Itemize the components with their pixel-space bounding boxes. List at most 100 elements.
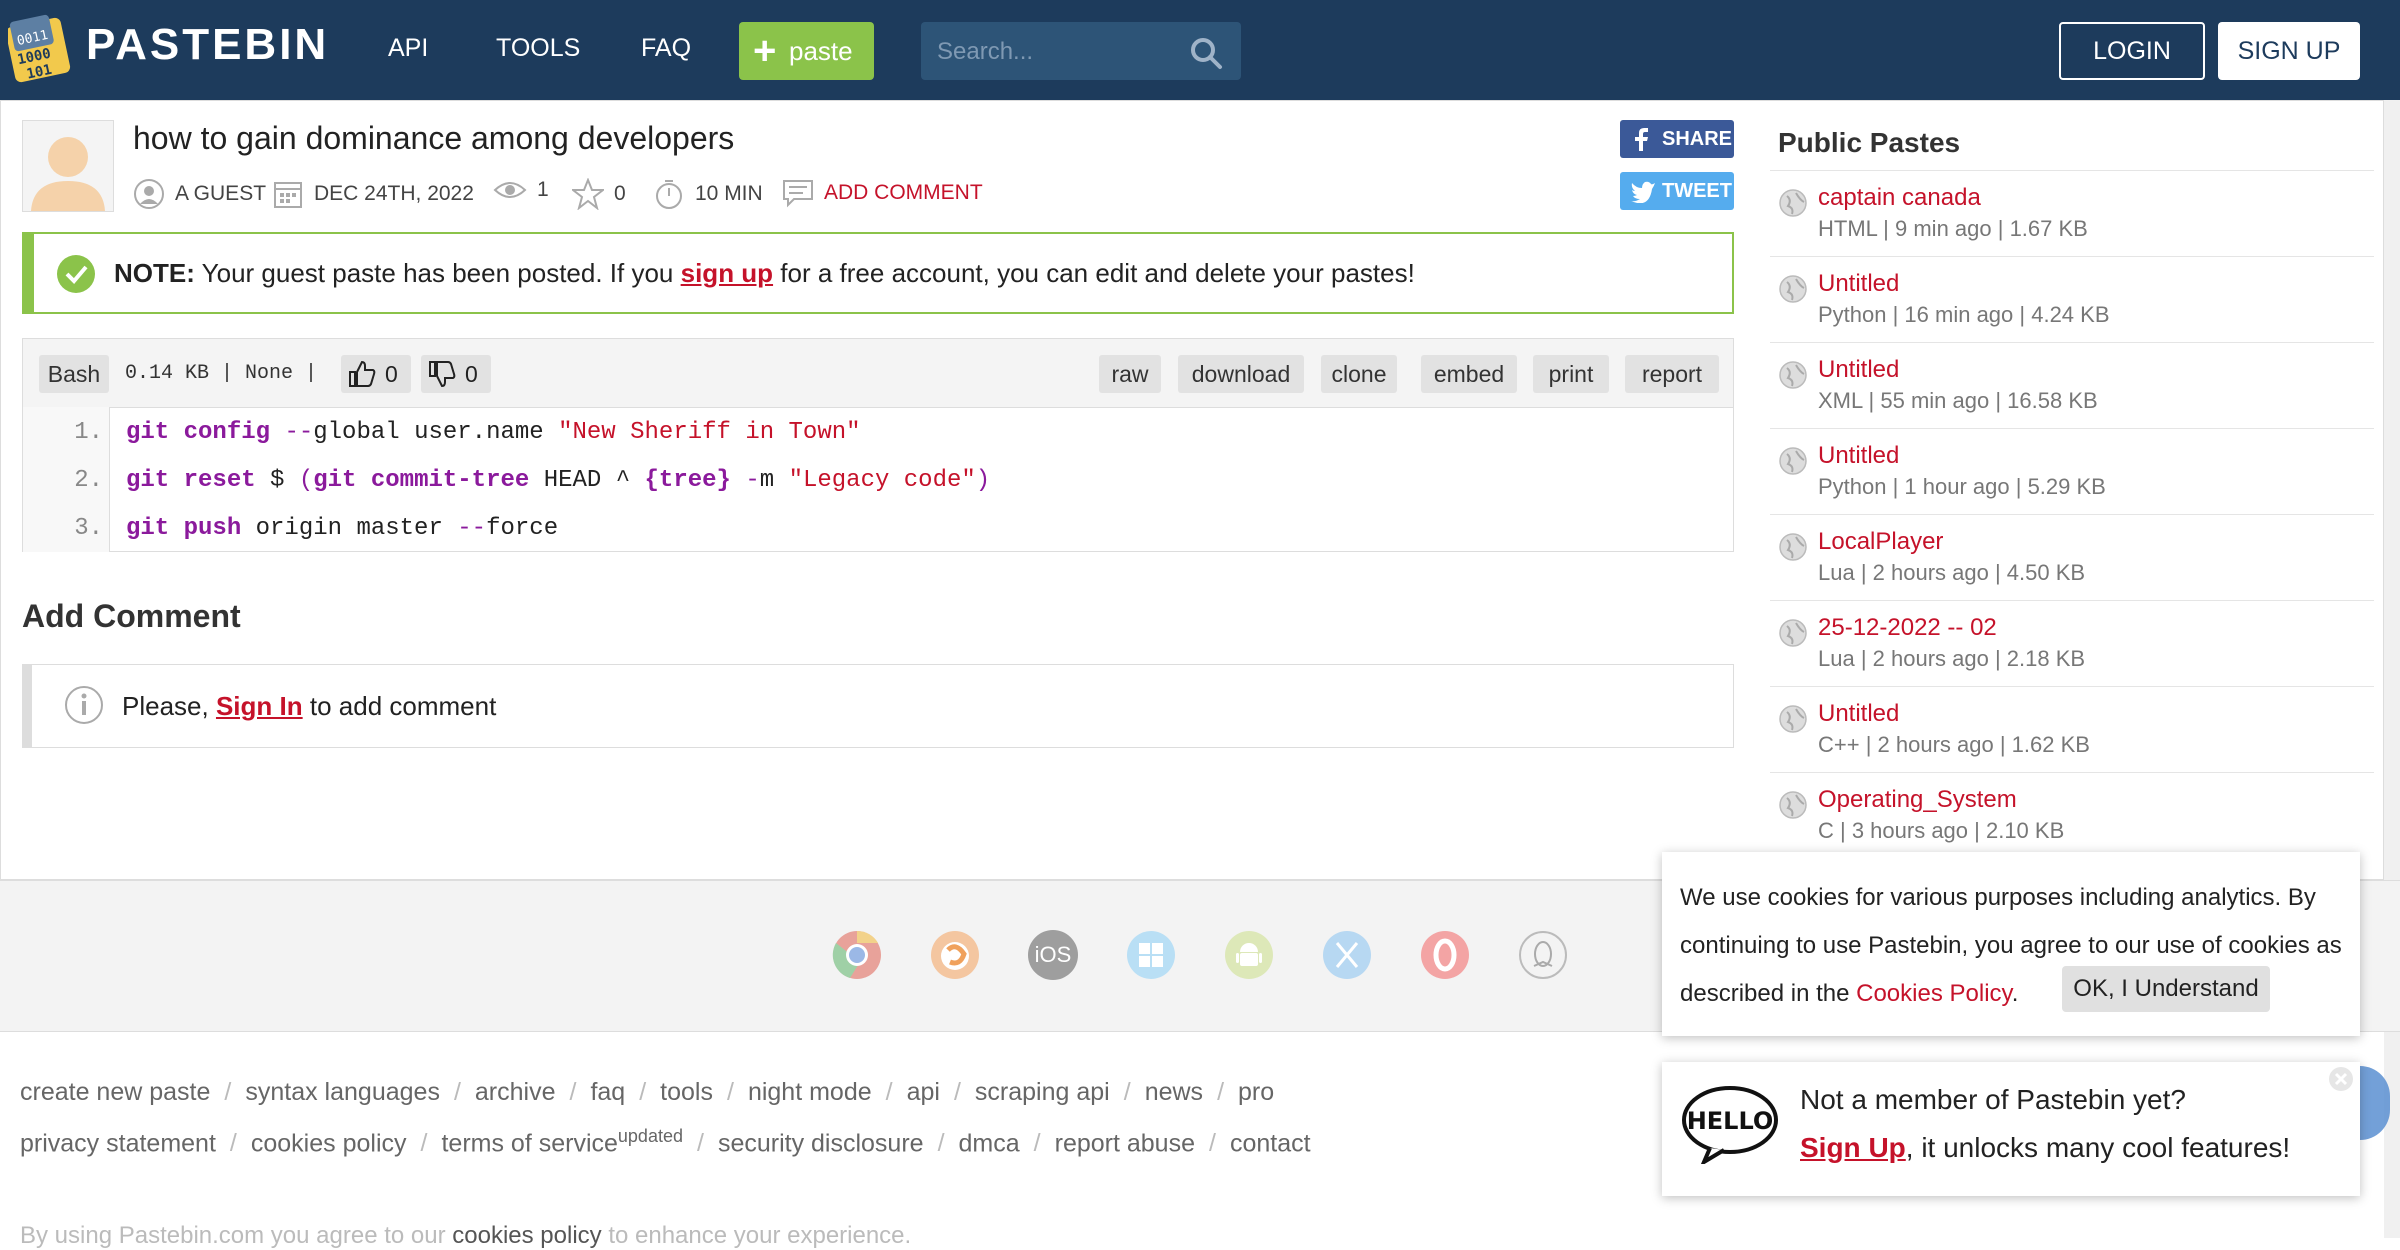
footer-link[interactable]: create new paste — [20, 1078, 210, 1106]
ios-icon[interactable]: iOS — [1028, 930, 1078, 980]
copy-text: By using Pastebin.com you agree to our — [20, 1222, 446, 1249]
add-comment-link[interactable]: ADD COMMENT — [782, 178, 983, 208]
close-icon[interactable] — [2328, 1066, 2354, 1092]
footer-link[interactable]: tools — [660, 1078, 713, 1106]
signin-link[interactable]: Sign In — [216, 691, 303, 721]
firefox-icon[interactable] — [930, 930, 980, 980]
footer-link[interactable]: news — [1145, 1078, 1203, 1106]
footer-link[interactable]: dmca — [959, 1129, 1020, 1157]
public-paste-info: Lua | 2 hours ago | 2.18 KB — [1818, 646, 2086, 671]
public-paste-title[interactable]: captain canada — [1818, 184, 1981, 212]
thumbs-down-icon — [429, 361, 456, 388]
windows-icon[interactable] — [1126, 930, 1176, 980]
cookie-accept-button[interactable]: OK, I Understand — [2062, 966, 2270, 1012]
divider — [1770, 514, 2374, 515]
public-paste-title[interactable]: Untitled — [1818, 356, 1899, 384]
public-paste-title[interactable]: LocalPlayer — [1818, 528, 1943, 556]
search-input[interactable] — [935, 22, 1189, 82]
divider — [1770, 170, 2374, 171]
page-scrollbar[interactable] — [2384, 100, 2400, 1238]
footer-link[interactable]: privacy statement — [20, 1129, 216, 1157]
signup-button[interactable]: SIGN UP — [2218, 22, 2360, 80]
public-paste-info: HTML | 9 min ago | 1.67 KB — [1818, 216, 2088, 241]
pastebin-logo-icon[interactable]: 0011 1000 101 — [5, 14, 74, 84]
new-paste-label: paste — [789, 36, 853, 66]
code-panel: Bash 0.14 KB | None | 0 0 raw download c… — [22, 338, 1734, 552]
search-icon[interactable] — [1189, 36, 1223, 75]
dislike-button[interactable]: 0 — [421, 355, 491, 393]
footer-link[interactable]: cookies policy — [251, 1129, 407, 1157]
note-signup-link[interactable]: sign up — [681, 258, 773, 288]
add-comment-label[interactable]: ADD COMMENT — [824, 181, 983, 205]
footer-link[interactable]: pro — [1238, 1078, 1274, 1106]
clone-button[interactable]: clone — [1321, 355, 1397, 393]
paste-expiry: 10 MIN — [653, 178, 763, 210]
cookies-footer-note: By using Pastebin.com you agree to our c… — [20, 1222, 911, 1250]
calendar-icon — [274, 182, 302, 208]
author-name: A GUEST — [175, 182, 267, 205]
nav-api[interactable]: API — [388, 34, 428, 63]
new-paste-button[interactable]: + paste — [739, 22, 874, 80]
login-button[interactable]: LOGIN — [2059, 22, 2205, 80]
footer-link[interactable]: report abuse — [1055, 1129, 1195, 1157]
cookies-policy-link[interactable]: Cookies Policy — [1856, 980, 2012, 1007]
android-icon[interactable] — [1224, 930, 1274, 980]
cookies-policy-link[interactable]: cookies policy — [452, 1222, 601, 1249]
nav-faq[interactable]: FAQ — [641, 34, 691, 63]
guest-paste-notice: NOTE: Your guest paste has been posted. … — [22, 232, 1734, 314]
divider — [1770, 428, 2374, 429]
report-button[interactable]: report — [1625, 355, 1719, 393]
print-button[interactable]: print — [1533, 355, 1609, 393]
facebook-icon — [1635, 128, 1648, 151]
paste-title: how to gain dominance among developers — [133, 120, 735, 156]
footer-link[interactable]: api — [907, 1078, 940, 1106]
globe-icon — [1779, 619, 1807, 647]
divider — [1770, 256, 2374, 257]
star-icon[interactable] — [572, 178, 604, 210]
language-badge[interactable]: Bash — [39, 355, 109, 393]
raw-button[interactable]: raw — [1099, 355, 1161, 393]
logo-wordmark[interactable]: PASTEBIN — [86, 20, 329, 70]
paste-stars: 0 — [572, 178, 626, 210]
footer-links-row-1: create new paste / syntax languages / archiv… — [20, 1078, 1275, 1106]
linux-icon[interactable] — [1518, 930, 1568, 980]
line-number: 2. — [74, 467, 103, 494]
footer-link[interactable]: scraping api — [975, 1078, 1110, 1106]
note-text-rest: for a free account, you can edit and del… — [780, 258, 1415, 288]
divider — [1770, 686, 2374, 687]
public-paste-title[interactable]: 25-12-2022 -- 02 — [1818, 614, 1997, 642]
plus-icon: + — [753, 29, 777, 73]
facebook-share-button[interactable]: SHARE — [1620, 120, 1734, 158]
public-paste-title[interactable]: Operating_System — [1818, 786, 2017, 814]
opera-icon[interactable] — [1420, 930, 1470, 980]
embed-button[interactable]: embed — [1421, 355, 1517, 393]
twitter-tweet-button[interactable]: TWEET — [1620, 172, 1734, 210]
line-number: 1. — [74, 419, 103, 446]
footer-link[interactable]: terms of service — [441, 1129, 617, 1157]
public-paste-title[interactable]: Untitled — [1818, 270, 1899, 298]
public-paste-info: XML | 55 min ago | 16.58 KB — [1818, 388, 2098, 413]
top-header: 0011 1000 101 PASTEBIN API TOOLS FAQ + p… — [0, 0, 2400, 100]
globe-icon — [1779, 705, 1807, 733]
public-paste-title[interactable]: Untitled — [1818, 700, 1899, 728]
footer-link[interactable]: archive — [475, 1078, 556, 1106]
promo-body: Sign Up, it unlocks many cool features! — [1800, 1132, 2290, 1164]
footer-link[interactable]: security disclosure — [718, 1129, 924, 1157]
footer-link[interactable]: faq — [590, 1078, 625, 1106]
footer-link[interactable]: syntax languages — [245, 1078, 440, 1106]
footer-link[interactable]: contact — [1230, 1129, 1311, 1157]
public-paste-info: C++ | 2 hours ago | 1.62 KB — [1818, 732, 2090, 757]
divider — [1770, 342, 2374, 343]
macos-icon[interactable] — [1322, 930, 1372, 980]
hello-bubble-icon: HELLO — [1682, 1086, 1778, 1164]
public-paste-title[interactable]: Untitled — [1818, 442, 1899, 470]
promo-signup-link[interactable]: Sign Up — [1800, 1132, 1906, 1163]
nav-tools[interactable]: TOOLS — [496, 34, 580, 63]
like-button[interactable]: 0 — [341, 355, 411, 393]
dislike-count: 0 — [465, 361, 478, 387]
download-button[interactable]: download — [1178, 355, 1304, 393]
chrome-icon[interactable] — [832, 930, 882, 980]
code-line-2: git reset $ (git commit-tree HEAD ^ {tre… — [126, 467, 991, 494]
footer-link[interactable]: night mode — [748, 1078, 872, 1106]
expiry-value: 10 MIN — [695, 182, 763, 205]
